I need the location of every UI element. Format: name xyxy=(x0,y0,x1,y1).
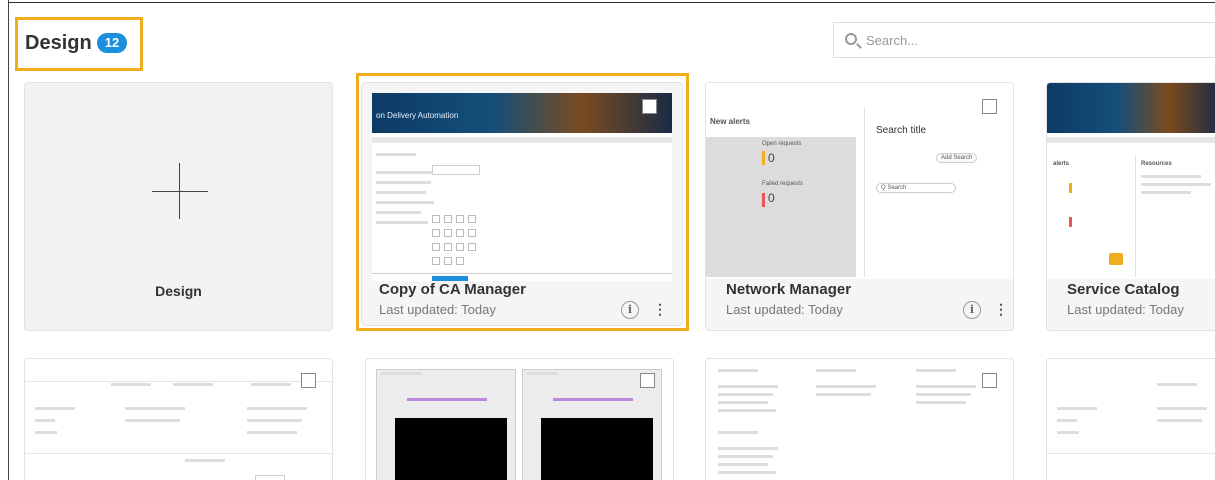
thumbnail-heading: New alerts xyxy=(710,117,751,126)
thumbnail-legend xyxy=(553,398,633,401)
thumbnail-add-search: Add Search xyxy=(936,153,978,163)
create-design-card[interactable]: Design xyxy=(24,82,333,331)
select-checkbox[interactable] xyxy=(982,373,997,388)
dashboard-card-row2-1[interactable] xyxy=(24,358,333,480)
thumbnail-failed-bar xyxy=(1069,217,1072,227)
card-last-updated: Last updated: Today xyxy=(726,302,843,317)
thumbnail-line xyxy=(1141,175,1201,178)
more-options-icon[interactable]: ⋮ xyxy=(994,301,1008,319)
card-thumbnail: New alerts Open requests 0 Failed reques… xyxy=(706,83,1013,279)
thumbnail-line xyxy=(251,383,291,386)
thumbnail-line xyxy=(916,385,976,388)
thumbnail-line xyxy=(1057,407,1097,410)
create-design-label: Design xyxy=(155,283,202,299)
thumbnail-line xyxy=(35,431,57,434)
thumbnail-line xyxy=(718,471,776,474)
thumbnail-search-field: Q Search xyxy=(876,183,956,193)
thumbnail-chart-panel xyxy=(376,369,516,480)
dashboard-card-network-manager[interactable]: New alerts Open requests 0 Failed reques… xyxy=(705,82,1014,331)
thumbnail-line xyxy=(916,369,956,372)
thumbnail-line xyxy=(1141,183,1211,186)
thumbnail-line xyxy=(718,369,758,372)
thumbnail-open-bar xyxy=(1069,183,1072,193)
card-title: Service Catalog xyxy=(1067,281,1180,298)
thumbnail-failed-label: Failed requests xyxy=(762,181,804,187)
select-checkbox[interactable] xyxy=(640,373,655,388)
thumbnail-line xyxy=(718,463,768,466)
thumbnail-line xyxy=(247,419,302,422)
thumbnail-open-count: 0 xyxy=(768,151,775,165)
dashboard-card-row2-3[interactable] xyxy=(705,358,1014,480)
thumbnail-line xyxy=(718,385,778,388)
thumbnail-line xyxy=(1141,191,1191,194)
thumbnail-chart xyxy=(395,418,507,480)
card-highlight xyxy=(356,73,689,331)
thumbnail-line xyxy=(35,419,55,422)
thumbnail-field xyxy=(255,475,285,480)
thumbnail-divider xyxy=(25,453,332,454)
thumbnail-line xyxy=(816,385,876,388)
thumbnail-divider xyxy=(1047,453,1215,454)
thumbnail-line xyxy=(185,459,225,462)
thumbnail-open-bar xyxy=(762,151,765,165)
info-icon[interactable]: i xyxy=(963,301,981,319)
thumbnail-line xyxy=(173,383,213,386)
dashboard-card-row2-2[interactable] xyxy=(365,358,674,480)
thumbnail-line xyxy=(247,407,307,410)
thumbnail-line xyxy=(916,401,966,404)
plus-icon-bar xyxy=(152,191,208,192)
thumbnail-line xyxy=(1157,407,1207,410)
thumbnail-failed-bar xyxy=(762,193,765,207)
thumbnail-line xyxy=(1057,431,1079,434)
count-badge: 12 xyxy=(97,33,127,53)
thumbnail-line xyxy=(718,401,768,404)
calendar-icon xyxy=(1109,253,1123,265)
thumbnail-line xyxy=(1057,419,1077,422)
thumbnail-line xyxy=(381,372,421,375)
card-thumbnail: alerts Resources xyxy=(1047,83,1215,279)
thumbnail-failed-count: 0 xyxy=(768,191,775,205)
thumbnail-line xyxy=(718,409,776,412)
thumbnail-alerts: alerts xyxy=(1053,161,1070,167)
thumbnail-line xyxy=(1157,419,1202,422)
thumbnail-line xyxy=(916,393,971,396)
thumbnail-resources: Resources xyxy=(1141,161,1172,167)
thumbnail-line xyxy=(1157,383,1197,386)
search-box[interactable] xyxy=(833,22,1215,58)
thumbnail-divider xyxy=(864,107,865,277)
card-last-updated: Last updated: Today xyxy=(1067,302,1184,317)
thumbnail-line xyxy=(111,383,151,386)
dashboard-card-row2-4[interactable] xyxy=(1046,358,1215,480)
select-checkbox[interactable] xyxy=(301,373,316,388)
thumbnail-line xyxy=(527,372,557,375)
thumbnail-search-title: Search title xyxy=(876,125,927,136)
thumbnail-line xyxy=(718,447,778,450)
thumbnail-banner xyxy=(1047,83,1215,133)
thumbnail-line xyxy=(125,407,185,410)
thumbnail-divider xyxy=(25,381,332,382)
thumbnail-line xyxy=(247,431,297,434)
select-checkbox[interactable] xyxy=(982,99,997,114)
thumbnail-line xyxy=(718,431,758,434)
thumbnail-line xyxy=(718,455,773,458)
thumbnail-legend xyxy=(407,398,487,401)
thumbnail-tabs xyxy=(1047,137,1215,143)
thumbnail-chart xyxy=(541,418,653,480)
card-title: Network Manager xyxy=(726,281,852,298)
thumbnail-open-label: Open requests xyxy=(762,141,802,147)
thumbnail-line xyxy=(125,419,180,422)
thumbnail-panel xyxy=(706,137,856,277)
thumbnail-line xyxy=(816,369,856,372)
dashboard-card-service-catalog[interactable]: alerts Resources Service Catalog Last up… xyxy=(1046,82,1215,331)
search-input[interactable] xyxy=(866,29,1196,51)
search-icon xyxy=(845,33,857,45)
thumbnail-line xyxy=(718,393,773,396)
thumbnail-divider xyxy=(1135,155,1136,277)
page-title: Design xyxy=(25,32,92,54)
thumbnail-line xyxy=(35,407,75,410)
thumbnail-line xyxy=(816,393,871,396)
